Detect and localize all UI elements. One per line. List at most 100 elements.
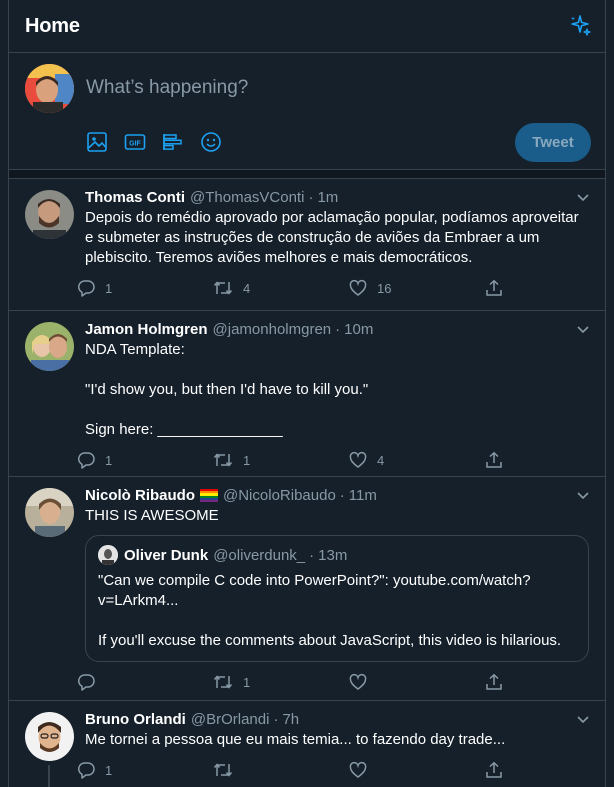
like-button[interactable] xyxy=(349,761,485,779)
reply-button[interactable]: 1 xyxy=(77,279,213,297)
reply-icon xyxy=(78,674,95,691)
thread-connector xyxy=(48,765,50,787)
timestamp[interactable]: 11m xyxy=(349,487,377,504)
tweet[interactable]: Bruno Orlandi @BrOrlandi · 7h Me tornei … xyxy=(9,701,605,787)
retweet-button[interactable]: 1 xyxy=(213,673,349,691)
tweet-actions: 1 1 4 xyxy=(77,440,589,480)
separator-dot: · xyxy=(308,189,314,206)
separator-dot: · xyxy=(339,487,345,504)
author-handle[interactable]: @NicoloRibaudo xyxy=(223,487,336,504)
tweet-text: THIS IS AWESOME xyxy=(85,507,219,524)
chevron-down-icon[interactable] xyxy=(575,189,591,205)
author-handle[interactable]: @ThomasVConti xyxy=(190,189,304,206)
retweet-count: 1 xyxy=(243,452,251,468)
share-icon xyxy=(486,451,502,468)
tweet-text: Me tornei a pessoa que eu mais temia... … xyxy=(85,731,506,748)
timeline-header: Home xyxy=(9,0,605,53)
tweet-text: NDA Template: "I'd show you, but then I'… xyxy=(85,341,369,438)
share-icon xyxy=(486,673,502,690)
sparkle-icon[interactable] xyxy=(567,13,593,39)
share-button[interactable] xyxy=(485,279,513,297)
reply-count: 1 xyxy=(105,452,113,468)
image-icon[interactable] xyxy=(85,130,109,154)
section-divider xyxy=(9,170,605,179)
author-handle[interactable]: @jamonholmgren xyxy=(213,321,332,338)
tweet-composer: What’s happening? GIF Tweet xyxy=(9,53,605,170)
share-icon xyxy=(486,279,502,296)
tweet-header: Nicolò Ribaudo @NicoloRibaudo · 11m xyxy=(85,487,589,504)
avatar[interactable] xyxy=(25,190,74,239)
author-name[interactable]: Jamon Holmgren xyxy=(85,321,208,338)
reply-button[interactable] xyxy=(77,673,213,691)
retweet-icon xyxy=(213,763,233,777)
avatar[interactable] xyxy=(25,322,74,371)
like-button[interactable]: 4 xyxy=(349,451,485,469)
quoted-tweet[interactable]: Oliver Dunk @oliverdunk_ · 13m "Can we c… xyxy=(85,535,589,662)
separator-dot: · xyxy=(273,711,279,728)
quoted-timestamp: 13m xyxy=(318,546,348,564)
reply-count: 1 xyxy=(105,280,113,296)
retweet-button[interactable] xyxy=(213,761,349,779)
composer-toolbar: GIF xyxy=(85,130,223,154)
tweet-button[interactable]: Tweet xyxy=(515,123,591,162)
retweet-button[interactable]: 4 xyxy=(213,279,349,297)
retweet-icon xyxy=(213,281,233,295)
avatar[interactable] xyxy=(25,64,74,113)
chevron-down-icon[interactable] xyxy=(575,321,591,337)
compose-input[interactable]: What’s happening? xyxy=(86,77,248,99)
rainbow-flag-icon xyxy=(200,489,218,502)
like-count: 16 xyxy=(377,280,392,296)
heart-icon xyxy=(349,451,367,468)
share-icon xyxy=(486,761,502,778)
tweet[interactable]: Nicolò Ribaudo @NicoloRibaudo · 11m THIS… xyxy=(9,477,605,701)
reply-icon xyxy=(78,762,95,779)
separator-dot: · xyxy=(309,546,315,564)
poll-icon[interactable] xyxy=(161,130,185,154)
retweet-button[interactable]: 1 xyxy=(213,451,349,469)
timeline-column: Home What’s happening? GIF Tweet Thomas … xyxy=(8,0,606,787)
quoted-author-handle: @oliverdunk_ xyxy=(213,546,306,564)
tweet-header: Jamon Holmgren @jamonholmgren · 10m xyxy=(85,321,589,338)
avatar[interactable] xyxy=(25,712,74,761)
chevron-down-icon[interactable] xyxy=(575,711,591,727)
timestamp[interactable]: 10m xyxy=(344,321,373,338)
share-button[interactable] xyxy=(485,761,513,779)
author-name[interactable]: Bruno Orlandi xyxy=(85,711,186,728)
retweet-count: 4 xyxy=(243,280,251,296)
svg-text:GIF: GIF xyxy=(129,141,141,148)
like-button[interactable]: 16 xyxy=(349,279,485,297)
author-handle[interactable]: @BrOrlandi xyxy=(191,711,270,728)
tweet-actions: 1 xyxy=(77,662,589,702)
chevron-down-icon[interactable] xyxy=(575,487,591,503)
timestamp[interactable]: 7h xyxy=(282,711,299,728)
heart-icon xyxy=(349,279,367,296)
like-count: 4 xyxy=(377,452,385,468)
retweet-icon xyxy=(213,675,233,689)
like-button[interactable] xyxy=(349,673,485,691)
reply-button[interactable]: 1 xyxy=(77,451,213,469)
author-name[interactable]: Thomas Conti xyxy=(85,189,185,206)
tweet-actions: 1 4 16 xyxy=(77,268,589,308)
heart-icon xyxy=(349,673,367,690)
quoted-author-name: Oliver Dunk xyxy=(124,546,209,564)
tweet[interactable]: Jamon Holmgren @jamonholmgren · 10m NDA … xyxy=(9,311,605,477)
quoted-tweet-header: Oliver Dunk @oliverdunk_ · 13m xyxy=(98,545,576,565)
avatar xyxy=(98,545,118,565)
emoji-icon[interactable] xyxy=(199,130,223,154)
retweet-icon xyxy=(213,453,233,467)
tweet-actions: 1 xyxy=(77,750,589,787)
gif-icon[interactable]: GIF xyxy=(123,130,147,154)
tweet-header: Thomas Conti @ThomasVConti · 1m xyxy=(85,189,589,206)
heart-icon xyxy=(349,761,367,778)
avatar[interactable] xyxy=(25,488,74,537)
share-button[interactable] xyxy=(485,673,513,691)
tweet-header: Bruno Orlandi @BrOrlandi · 7h xyxy=(85,711,589,728)
timestamp[interactable]: 1m xyxy=(317,189,338,206)
reply-button[interactable]: 1 xyxy=(77,761,213,779)
share-button[interactable] xyxy=(485,451,513,469)
page-title: Home xyxy=(25,14,80,37)
author-name[interactable]: Nicolò Ribaudo xyxy=(85,487,195,504)
reply-icon xyxy=(78,452,95,469)
quoted-tweet-text: "Can we compile C code into PowerPoint?"… xyxy=(98,572,562,649)
tweet[interactable]: Thomas Conti @ThomasVConti · 1m Depois d… xyxy=(9,179,605,311)
